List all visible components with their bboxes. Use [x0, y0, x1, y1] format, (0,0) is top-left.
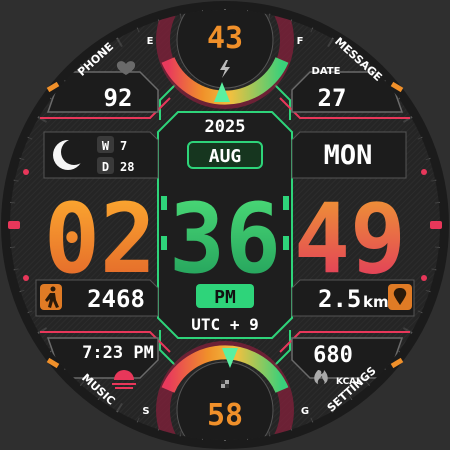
date-value[interactable]: 27 [318, 84, 347, 112]
month: AUG [209, 146, 242, 167]
marker-left [8, 221, 20, 229]
day-value: 28 [120, 160, 134, 174]
week-value: 7 [120, 139, 127, 153]
minute: 36 [169, 183, 281, 295]
year: 2025 [205, 117, 246, 137]
marker-right [430, 221, 442, 229]
weekday: MON [324, 140, 373, 171]
day-label: D [102, 160, 109, 174]
week-label: W [102, 139, 110, 153]
phone-value[interactable]: 92 [104, 84, 133, 112]
music-value[interactable]: 7:23 PM [82, 343, 154, 363]
second: 49 [294, 183, 406, 295]
distance-unit: km [363, 293, 389, 311]
top-letter-right: F [297, 36, 304, 47]
timezone: UTC + 9 [191, 315, 258, 334]
top-letter-left: E [147, 36, 154, 47]
bottom-complication-value[interactable]: 58 [207, 398, 243, 433]
bottom-letter-left: S [142, 406, 149, 417]
kcal-value[interactable]: 680 [313, 343, 353, 368]
distance-value[interactable]: 2.5 [318, 285, 361, 313]
hour: 02 [44, 183, 156, 295]
watch-face: 43 E F 58 S G PHONE MESSAGE MUSIC SETTIN… [0, 0, 450, 450]
bottom-letter-right: G [301, 406, 309, 417]
top-complication-value[interactable]: 43 [207, 21, 243, 56]
chess-icon [221, 380, 229, 388]
date-sublabel: DATE [312, 66, 341, 77]
ampm: PM [214, 287, 236, 308]
steps-value[interactable]: 2468 [87, 285, 145, 313]
kcal-label: KCAL [336, 377, 362, 387]
